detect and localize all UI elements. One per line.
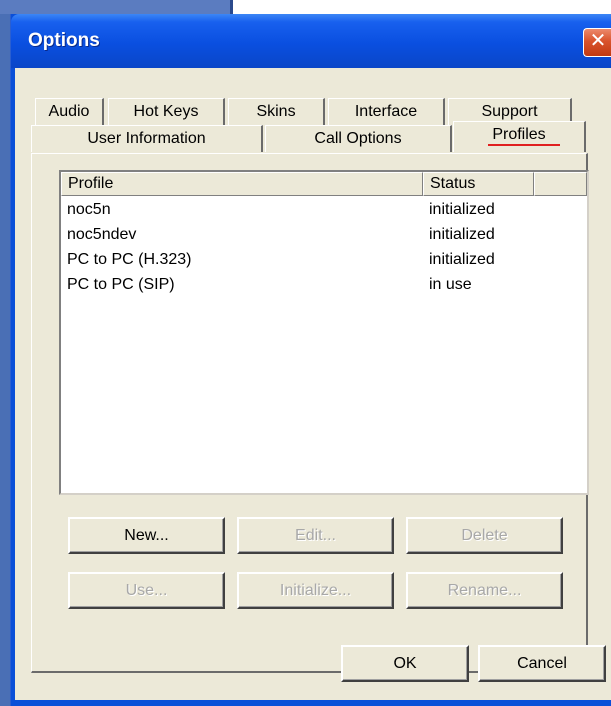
- list-item[interactable]: noc5n initialized: [61, 200, 587, 220]
- tab-label: Skins: [256, 103, 296, 120]
- profile-name: noc5n: [67, 201, 111, 218]
- column-label: Profile: [68, 175, 114, 192]
- profile-status: initialized: [429, 226, 495, 243]
- tab-profiles-label: Profiles: [492, 126, 546, 143]
- initialize-button[interactable]: Initialize...: [237, 572, 394, 609]
- dialog-client: Audio Hot Keys Skins Interface Support U…: [15, 68, 611, 700]
- tab-label: Audio: [48, 103, 90, 120]
- profile-status: in use: [429, 276, 472, 293]
- list-item[interactable]: noc5ndev initialized: [61, 225, 587, 245]
- profile-name: PC to PC (SIP): [67, 276, 175, 293]
- profile-name: PC to PC (H.323): [67, 251, 192, 268]
- new-button[interactable]: New...: [68, 517, 225, 554]
- tab-interface[interactable]: Interface: [328, 98, 445, 125]
- ok-button[interactable]: OK: [341, 645, 469, 682]
- tab-call-options[interactable]: Call Options: [265, 125, 452, 152]
- edit-button[interactable]: Edit...: [237, 517, 394, 554]
- tab-label: User Information: [87, 130, 206, 147]
- column-header-status[interactable]: Status: [423, 172, 534, 196]
- options-dialog: Options ✕ Audio Hot Keys Skins Interface…: [10, 14, 611, 706]
- tab-marker: [488, 144, 560, 146]
- column-label: Status: [430, 175, 476, 192]
- tab-label: Call Options: [314, 130, 402, 147]
- column-header-empty: [534, 172, 587, 196]
- list-item[interactable]: PC to PC (SIP) in use: [61, 275, 587, 295]
- profile-name: noc5ndev: [67, 226, 137, 243]
- tab-skins[interactable]: Skins: [228, 98, 325, 125]
- tab-audio[interactable]: Audio: [35, 98, 104, 125]
- use-button[interactable]: Use...: [68, 572, 225, 609]
- tab-label: Hot Keys: [133, 103, 199, 120]
- column-header-profile[interactable]: Profile: [61, 172, 423, 196]
- tab-user-information[interactable]: User Information: [31, 125, 263, 152]
- close-icon: ✕: [589, 30, 607, 52]
- list-header: Profile Status: [61, 172, 587, 196]
- rename-button[interactable]: Rename...: [406, 572, 563, 609]
- background-window-strip: [0, 0, 233, 14]
- background-window-edge: [0, 0, 10, 706]
- profiles-list[interactable]: Profile Status noc5n initialized noc5nde…: [59, 170, 589, 495]
- tab-label: Interface: [354, 103, 418, 120]
- delete-button[interactable]: Delete: [406, 517, 563, 554]
- tab-label: Profiles: [488, 122, 560, 147]
- tab-hot-keys[interactable]: Hot Keys: [108, 98, 225, 125]
- title-bar[interactable]: Options ✕: [11, 14, 611, 68]
- tab-label: Support: [481, 103, 538, 120]
- close-button[interactable]: ✕: [583, 28, 611, 57]
- dialog-title: Options: [28, 30, 100, 51]
- tab-profiles[interactable]: Profiles: [453, 121, 586, 152]
- list-item[interactable]: PC to PC (H.323) initialized: [61, 250, 587, 270]
- cancel-button[interactable]: Cancel: [478, 645, 606, 682]
- profile-status: initialized: [429, 251, 495, 268]
- profile-status: initialized: [429, 201, 495, 218]
